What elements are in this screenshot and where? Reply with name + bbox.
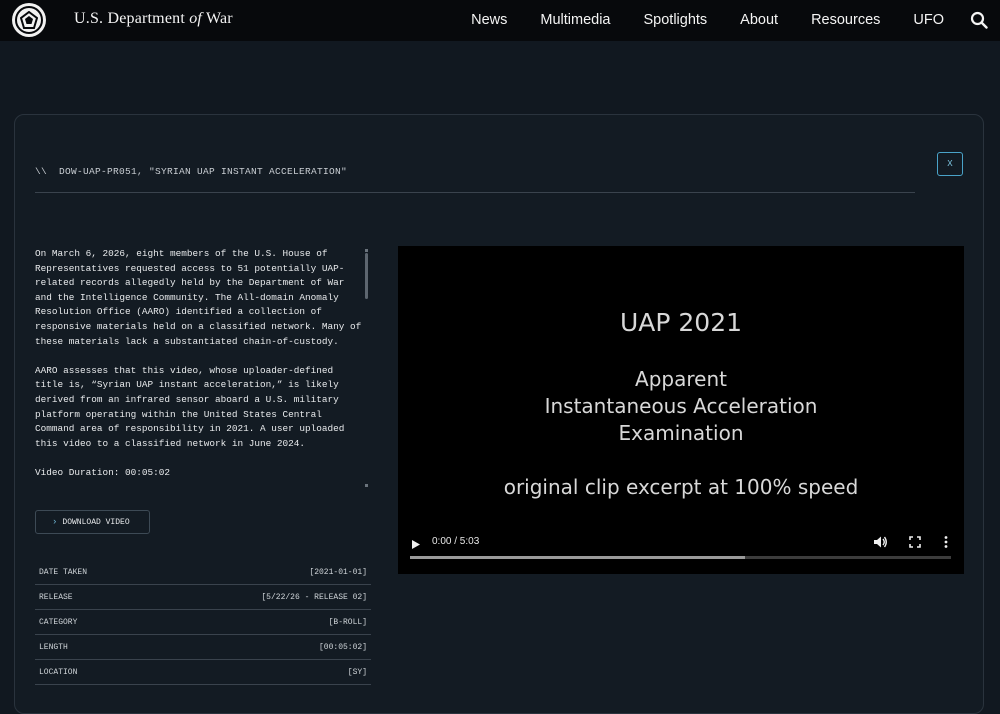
- video-buffered-bar: [410, 556, 746, 559]
- video-frame-caption: original clip excerpt at 100% speed: [503, 475, 859, 499]
- video-time: 0:00 / 5:03: [432, 536, 480, 547]
- video-frame-line: Apparent: [635, 367, 727, 391]
- video-frame-line: Examination: [618, 421, 744, 445]
- metadata-value: [B-ROLL]: [328, 617, 367, 627]
- department-seal-icon[interactable]: [12, 3, 46, 37]
- download-video-button[interactable]: › DOWNLOAD VIDEO: [35, 510, 150, 534]
- record-id-heading: \\ DOW-UAP-PR051, "SYRIAN UAP INSTANT AC…: [35, 166, 348, 177]
- chevron-right-icon: ›: [52, 517, 58, 527]
- scroll-up-arrow-icon[interactable]: [365, 249, 368, 252]
- site-title-suffix: War: [202, 10, 233, 27]
- top-nav-bar: U.S. Department of War News Multimedia S…: [0, 0, 1000, 41]
- metadata-table: DATE TAKEN [2021-01-01] RELEASE [5/22/26…: [35, 560, 371, 685]
- metadata-row: DATE TAKEN [2021-01-01]: [35, 560, 371, 585]
- nav-news[interactable]: News: [471, 12, 507, 28]
- description-scrollbar-thumb[interactable]: [365, 253, 368, 299]
- scroll-down-arrow-icon[interactable]: [365, 484, 368, 487]
- video-duration-text: Video Duration: 00:05:02: [35, 466, 171, 478]
- description-paragraph: AARO assesses that this video, whose upl…: [35, 364, 345, 449]
- video-frame-title: UAP 2021: [619, 308, 743, 337]
- nav-ufo[interactable]: UFO: [913, 12, 944, 28]
- metadata-label: LENGTH: [39, 642, 68, 652]
- metadata-label: LOCATION: [39, 667, 78, 677]
- play-icon[interactable]: [411, 539, 421, 550]
- metadata-row: CATEGORY [B-ROLL]: [35, 610, 371, 635]
- description-paragraph: On March 6, 2026, eight members of the U…: [35, 248, 362, 347]
- nav-multimedia[interactable]: Multimedia: [540, 12, 610, 28]
- metadata-value: [00:05:02]: [318, 642, 367, 652]
- metadata-row: LOCATION [SY]: [35, 660, 371, 685]
- metadata-row: RELEASE [5/22/26 - RELEASE 02]: [35, 585, 371, 610]
- site-title[interactable]: U.S. Department of War: [74, 10, 233, 28]
- record-description: On March 6, 2026, eight members of the U…: [35, 247, 363, 487]
- video-frame-line: Instantaneous Acceleration: [544, 394, 818, 418]
- download-video-label: DOWNLOAD VIDEO: [62, 517, 130, 527]
- site-title-of: of: [189, 10, 203, 27]
- metadata-label: RELEASE: [39, 592, 73, 602]
- nav-about[interactable]: About: [740, 12, 778, 28]
- metadata-row: LENGTH [00:05:02]: [35, 635, 371, 660]
- site-title-prefix: U.S. Department: [74, 10, 190, 27]
- nav-spotlights[interactable]: Spotlights: [643, 12, 707, 28]
- header-divider: [35, 192, 915, 193]
- video-player[interactable]: UAP 2021 Apparent Instantaneous Accelera…: [398, 246, 964, 574]
- main-nav: News Multimedia Spotlights About Resourc…: [438, 12, 944, 28]
- metadata-value: [5/22/26 - RELEASE 02]: [261, 592, 367, 602]
- video-progress-bar[interactable]: [410, 556, 951, 559]
- metadata-label: DATE TAKEN: [39, 567, 88, 577]
- metadata-label: CATEGORY: [39, 617, 78, 627]
- more-options-icon[interactable]: [943, 534, 949, 550]
- metadata-value: [SY]: [347, 667, 367, 677]
- video-controls: 0:00 / 5:03: [398, 529, 964, 574]
- volume-icon[interactable]: [872, 534, 888, 550]
- search-icon[interactable]: [970, 11, 988, 29]
- metadata-value: [2021-01-01]: [309, 567, 367, 577]
- nav-resources[interactable]: Resources: [811, 12, 880, 28]
- fullscreen-icon[interactable]: [907, 534, 923, 550]
- close-button[interactable]: X: [937, 152, 963, 176]
